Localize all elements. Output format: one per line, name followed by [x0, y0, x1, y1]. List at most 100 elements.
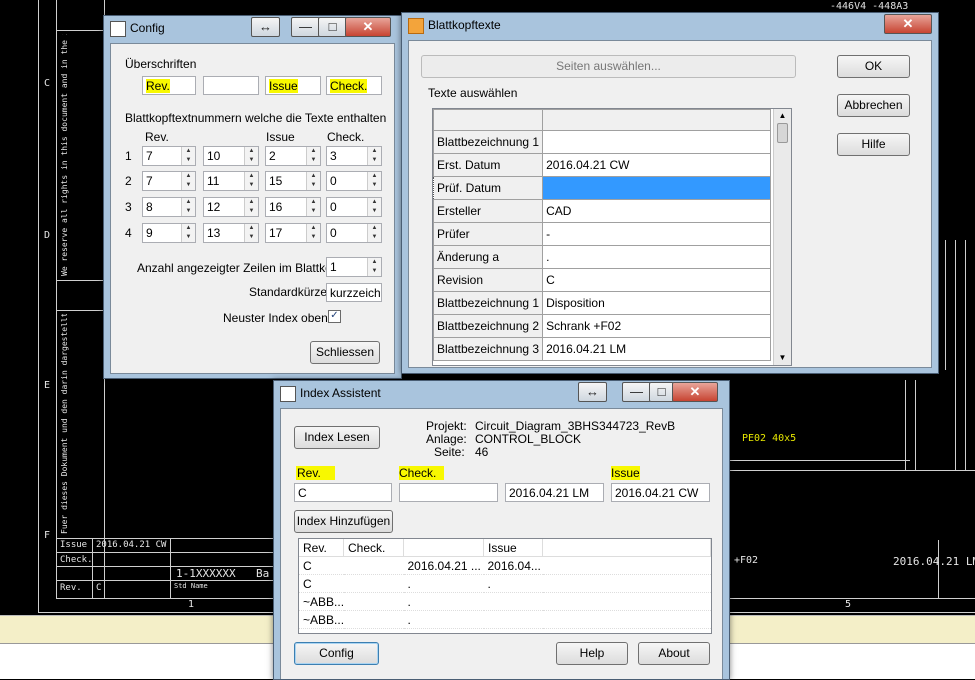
grid-row-name: Prüf. Datum — [433, 176, 544, 200]
spin-issue[interactable]: 15 ▲ ▼ — [265, 171, 321, 191]
grid-row-value[interactable]: Schrank +F02 — [542, 314, 771, 338]
spin-issue[interactable]: 16 ▲ ▼ — [265, 197, 321, 217]
spin-rev[interactable]: 7 ▲ ▼ — [142, 171, 196, 191]
grid-row-value[interactable] — [542, 130, 771, 154]
spin-blank[interactable]: 12 ▲ ▼ — [203, 197, 259, 217]
spin-rev[interactable]: 7 ▲ ▼ — [142, 146, 196, 166]
scroll-up-icon[interactable]: ▲ — [774, 109, 791, 123]
list-col-rev[interactable]: Rev. — [299, 539, 344, 557]
index-lesen-button[interactable]: Index Lesen — [294, 426, 380, 449]
index-titlebar[interactable]: Index Assistent ↔ — □ ✕ — [274, 381, 729, 405]
minimize-button[interactable]: — — [622, 382, 651, 402]
grid-row-value[interactable]: Disposition — [542, 291, 771, 315]
spin-check[interactable]: 0 ▲ ▼ — [326, 171, 382, 191]
row-letter-e: E — [44, 380, 51, 391]
spin-blank[interactable]: 11 ▲ ▼ — [203, 171, 259, 191]
header-blank-field[interactable] — [203, 76, 259, 95]
config-titlebar[interactable]: Config ↔ — □ ✕ — [104, 16, 401, 40]
help-button[interactable]: Help — [556, 642, 628, 665]
close-button[interactable]: ✕ — [672, 382, 718, 402]
scroll-thumb[interactable] — [777, 123, 788, 143]
grid-row-value[interactable]: - — [542, 222, 771, 246]
list-col-blank[interactable] — [403, 539, 484, 557]
grid-row-value[interactable]: 2016.04.21 LM — [542, 337, 771, 361]
index-list[interactable]: Rev. Check. Issue C 2016.04.21 ... 2016.04… — [298, 538, 712, 634]
maximize-button[interactable]: □ — [649, 382, 674, 402]
neuster-checkbox[interactable]: ✓ — [328, 310, 341, 323]
kuerzel-field[interactable]: kurzzeiche — [326, 283, 382, 302]
spin-rev[interactable]: 9 ▲ ▼ — [142, 223, 196, 243]
spin-issue[interactable]: 17 ▲ ▼ — [265, 223, 321, 243]
grid-row-value[interactable] — [542, 176, 771, 200]
list-item[interactable]: C 2016.04.21 ... 2016.04... — [299, 556, 711, 575]
index-title: Index Assistent — [300, 386, 381, 400]
cancel-button[interactable]: Abbrechen — [837, 94, 910, 117]
list-item[interactable]: C.. — [299, 574, 711, 593]
list-item[interactable]: ~ABB.... — [299, 592, 711, 611]
config-body: Überschriften Rev. Issue Check. Blattkop… — [110, 43, 395, 374]
header-issue-field[interactable]: Issue — [265, 76, 321, 95]
grid-row-value[interactable]: C — [542, 268, 771, 292]
grid-row-name: Blattbezeichnung 2 — [433, 314, 544, 338]
grid-row-value[interactable]: . — [542, 245, 771, 269]
grid-row[interactable]: Prüfer - — [433, 222, 771, 246]
anzahl-label: Anzahl angezeigter Zeilen im Blattkopf — [137, 261, 342, 275]
issue-field[interactable]: 2016.04.21 CW — [611, 483, 710, 502]
seiten-button[interactable]: Seiten auswählen... — [421, 55, 796, 78]
header-check-field[interactable]: Check. — [326, 76, 382, 95]
anlage-label: Anlage: — [426, 432, 467, 446]
list-item[interactable]: ~ABB.... — [299, 610, 711, 629]
tb-std-name: Std Name — [174, 582, 208, 590]
grid-row[interactable]: Revision C — [433, 268, 771, 292]
list-col-check[interactable]: Check. — [343, 539, 404, 557]
grid-row-selected[interactable]: Prüf. Datum — [433, 176, 771, 200]
minimize-button[interactable]: — — [291, 17, 320, 37]
resize-arrows-button[interactable]: ↔ — [578, 382, 607, 402]
grid-row[interactable]: Ersteller CAD — [433, 199, 771, 223]
ok-button[interactable]: OK — [837, 55, 910, 78]
spin-check[interactable]: 0 ▲ ▼ — [326, 197, 382, 217]
date-field[interactable]: 2016.04.21 LM — [505, 483, 604, 502]
config-window: Config ↔ — □ ✕ Überschriften Rev. Issue … — [103, 15, 402, 379]
app-icon — [408, 18, 424, 34]
grid-row[interactable]: Änderung a. — [433, 245, 771, 269]
scroll-down-icon[interactable]: ▼ — [774, 351, 791, 365]
rev-field[interactable]: C — [294, 483, 392, 502]
rev-label: Rev. — [296, 466, 335, 480]
close-button[interactable]: ✕ — [345, 17, 391, 37]
spin-blank[interactable]: 10 ▲ ▼ — [203, 146, 259, 166]
grid-header-row — [433, 109, 771, 131]
grid-row-value[interactable]: CAD — [542, 199, 771, 223]
check-field[interactable] — [399, 483, 498, 502]
index-body: Index Lesen Projekt: Circuit_Diagram_3BH… — [280, 408, 723, 679]
maximize-button[interactable]: □ — [318, 17, 347, 37]
header-rev-field[interactable]: Rev. — [142, 76, 196, 95]
list-col-issue[interactable]: Issue — [483, 539, 543, 557]
close-button[interactable]: ✕ — [884, 14, 932, 34]
anzahl-spin[interactable]: 1 ▲ ▼ — [326, 257, 382, 277]
col-header-check: Check. — [327, 130, 365, 144]
tb-rev-label: Rev. — [60, 583, 82, 593]
grid-row[interactable]: Erst. Datum 2016.04.21 CW — [433, 153, 771, 177]
list-col-extra[interactable] — [542, 539, 711, 557]
grid-scrollbar[interactable]: ▲ ▼ — [773, 109, 791, 365]
spin-check[interactable]: 0 ▲ ▼ — [326, 223, 382, 243]
index-add-button[interactable]: Index Hinzufügen — [294, 510, 393, 533]
config-button[interactable]: Config — [294, 642, 379, 665]
grid-row-value[interactable]: 2016.04.21 CW — [542, 153, 771, 177]
grid-row[interactable]: Blattbezeichnung 2 Schrank +F02 — [433, 314, 771, 338]
close-config-button[interactable]: Schliessen — [310, 341, 380, 364]
spin-blank[interactable]: 13 ▲ ▼ — [203, 223, 259, 243]
grid-row[interactable]: Blattbezeichnung 1 — [433, 130, 771, 154]
date-right-label: 2016.04.21 LM — [893, 555, 975, 568]
copyright-text-en: We reserve all rights in this document a… — [60, 34, 100, 276]
grid-row[interactable]: Blattbezeichnung 3 2016.04.21 LM — [433, 337, 771, 361]
spin-check[interactable]: 3 ▲ ▼ — [326, 146, 382, 166]
spin-rev[interactable]: 8 ▲ ▼ — [142, 197, 196, 217]
spin-issue[interactable]: 2 ▲ ▼ — [265, 146, 321, 166]
blattkopf-titlebar[interactable]: Blattkopftexte ✕ — [402, 13, 938, 37]
help-button[interactable]: Hilfe — [837, 133, 910, 156]
about-button[interactable]: About — [638, 642, 710, 665]
grid-row[interactable]: Blattbezeichnung 1 Disposition — [433, 291, 771, 315]
resize-arrows-button[interactable]: ↔ — [251, 17, 280, 37]
